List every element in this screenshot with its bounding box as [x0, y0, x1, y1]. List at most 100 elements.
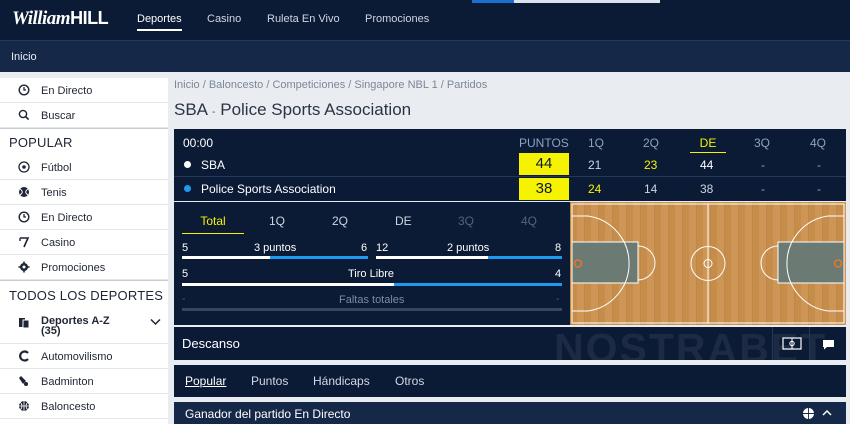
header-de: DE [690, 136, 726, 153]
home-team-dot [184, 161, 191, 168]
nav-promociones[interactable]: Promociones [365, 13, 429, 25]
chevron-up-icon[interactable] [822, 409, 832, 416]
nav-ruleta-en-vivo[interactable]: Ruleta En Vivo [267, 13, 340, 25]
stat-2pt-label: 2 puntos [447, 242, 490, 254]
header-3q: 3Q [754, 136, 771, 150]
tab-handicaps[interactable]: Hándicaps [313, 374, 370, 388]
tab-popular[interactable]: Popular [185, 374, 226, 388]
row-divider [174, 176, 846, 177]
william-hill-logo[interactable]: WilliamHILL [12, 8, 109, 30]
sidebar-item-badminton[interactable]: Badminton [0, 369, 168, 394]
subbar-home-link[interactable]: Inicio [11, 51, 37, 63]
stat-ft-away-bar [394, 283, 562, 286]
chevron-down-icon[interactable] [150, 317, 161, 329]
away-q2: 14 [644, 182, 658, 196]
sidebar-item-label: Baloncesto [41, 401, 96, 413]
market-title: Ganador del partido En Directo [185, 407, 351, 421]
sidebar-divider [0, 280, 168, 281]
top-navigation-bar: WilliamHILL Deportes Casino Ruleta En Vi… [0, 0, 850, 40]
tab-puntos[interactable]: Puntos [251, 374, 288, 388]
stat-3pt-away: 6 [361, 242, 368, 254]
secondary-bar: Inicio [0, 40, 850, 72]
stat-2pt-home: 12 [376, 242, 389, 254]
away-de: 38 [700, 182, 714, 196]
slot-icon [18, 236, 30, 248]
stat-fouls-bar [182, 308, 562, 311]
nav-deportes[interactable]: Deportes [137, 13, 182, 31]
match-status-bar: Descanso NOSTRABET [174, 325, 846, 371]
stat-3pt-away-bar [270, 256, 368, 259]
stats-tab-3q[interactable]: 3Q [458, 214, 474, 228]
home-points: 44 [519, 153, 569, 175]
sidebar-item-tenis[interactable]: Tenis [0, 180, 168, 205]
chat-button[interactable] [810, 327, 846, 360]
title-home-team: SBA [174, 100, 208, 119]
sidebar-item-promociones[interactable]: Promociones [0, 255, 168, 280]
sidebar-item-label: En Directo [41, 212, 93, 224]
home-q1: 21 [588, 158, 602, 172]
logo-bold-text: HILL [70, 8, 109, 28]
sidebar-item-label: Badminton [41, 376, 94, 388]
stat-ft-home: 5 [182, 268, 189, 280]
header-1q: 1Q [588, 136, 605, 150]
away-points: 38 [519, 178, 569, 200]
court-svg [570, 202, 846, 325]
top-search-strip[interactable] [514, 0, 660, 3]
tab-otros[interactable]: Otros [395, 374, 424, 388]
stats-tab-1q[interactable]: 1Q [269, 214, 285, 228]
home-q4: - [817, 158, 821, 172]
match-clock: 00:00 [183, 136, 214, 150]
search-icon [18, 109, 30, 121]
stat-2pt-away: 8 [555, 242, 562, 254]
sidebar-item-label: Buscar [41, 110, 76, 122]
header-puntos: PUNTOS [519, 136, 569, 150]
stat-3pt-label: 3 puntos [254, 242, 297, 254]
sidebar-az-label: Deportes A-Z (35) [41, 316, 110, 337]
stat-fouls-away: - [556, 294, 560, 305]
stat-ft-away: 4 [555, 268, 562, 280]
match-stats-panel: Total 1Q 2Q DE 3Q 4Q 5 3 puntos 6 12 2 p… [174, 202, 570, 325]
stats-tab-de[interactable]: DE [395, 214, 412, 228]
stat-ft-home-bar [182, 283, 394, 286]
basketball-court-graphic [570, 202, 846, 325]
sidebar-item-deportes-a-z[interactable]: Deportes A-Z (35) [0, 308, 168, 344]
stat-3pt-home: 5 [182, 242, 189, 254]
stat-ft-label: Tiro Libre [348, 268, 395, 280]
nav-casino[interactable]: Casino [207, 13, 241, 25]
stats-tab-total[interactable]: Total [182, 214, 244, 234]
sidebar-item-label: Promociones [41, 262, 106, 274]
gear-icon [18, 261, 30, 273]
title-away-team: Police Sports Association [220, 100, 412, 119]
motorsport-icon [18, 350, 30, 362]
sidebar-item-buscar[interactable]: Buscar [0, 103, 168, 128]
stats-tab-4q[interactable]: 4Q [521, 214, 537, 228]
sidebar-item-casino[interactable]: Casino [0, 230, 168, 255]
football-icon [18, 161, 30, 173]
sidebar-item-futbol[interactable]: Fútbol [0, 155, 168, 180]
sidebar-item-baloncesto[interactable]: Baloncesto [0, 394, 168, 419]
home-q2: 23 [644, 158, 658, 172]
clock-icon [18, 211, 30, 223]
sidebar-item-en-directo-popular[interactable]: En Directo [0, 205, 168, 230]
sidebar-item-label: Fútbol [41, 162, 72, 174]
stat-fouls-label: Faltas totales [339, 294, 405, 306]
court-view-button[interactable] [772, 327, 810, 360]
away-team-dot [184, 185, 191, 192]
market-tabs: Popular Puntos Hándicaps Otros [174, 365, 846, 397]
breadcrumb[interactable]: Inicio / Baloncesto / Competiciones / Si… [174, 79, 487, 91]
sidebar-item-label: Tenis [41, 187, 67, 199]
sports-list-icon [18, 317, 30, 329]
sidebar-item-label: En Directo [41, 85, 93, 97]
page-title: SBA - Police Sports Association [174, 100, 411, 120]
home-team-name: SBA [201, 158, 226, 172]
title-separator: - [211, 106, 216, 118]
court-view-icon [782, 337, 802, 350]
chat-icon [823, 340, 834, 350]
market-header[interactable]: Ganador del partido En Directo [174, 402, 846, 424]
sidebar-item-automovilismo[interactable]: Automovilismo [0, 344, 168, 369]
stats-tab-2q[interactable]: 2Q [332, 214, 348, 228]
sidebar-item-en-directo[interactable]: En Directo [0, 78, 168, 103]
sidebar-heading-popular: POPULAR [9, 135, 73, 150]
sidebar-item-label: Automovilismo [41, 351, 113, 363]
away-q4: - [817, 182, 821, 196]
